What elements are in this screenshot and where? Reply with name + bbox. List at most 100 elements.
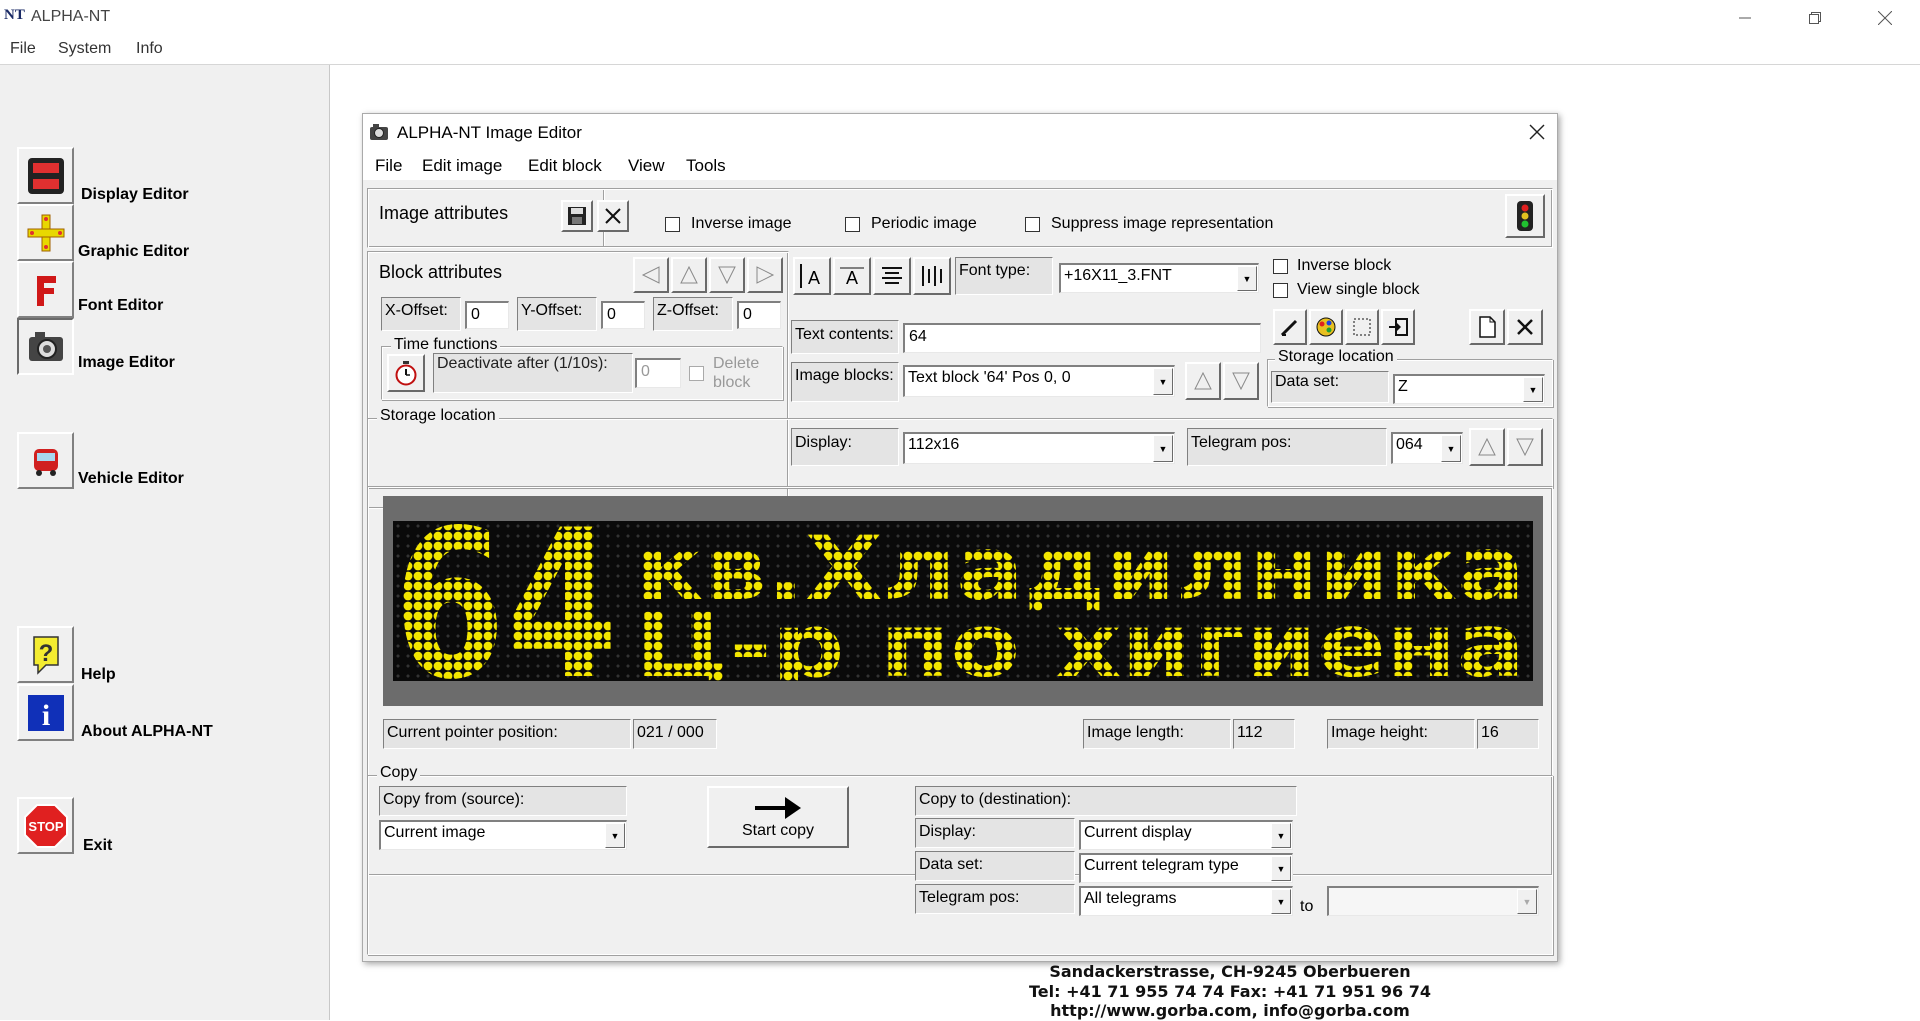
- block-attributes-label: Block attributes: [379, 262, 503, 282]
- to-label: to: [1300, 898, 1314, 915]
- justify-button[interactable]: [873, 257, 911, 295]
- sidebar-item-about[interactable]: About ALPHA-NT: [81, 723, 213, 741]
- chevron-down-icon: ▼: [1271, 823, 1291, 848]
- telegram-up-button[interactable]: [1469, 428, 1505, 466]
- import-icon: [1389, 318, 1408, 336]
- align-left-button[interactable]: A: [793, 257, 831, 295]
- restore-button[interactable]: [1780, 0, 1850, 36]
- traffic-light-button[interactable]: [1505, 194, 1545, 238]
- menu-info[interactable]: Info: [136, 40, 163, 58]
- display-editor-icon: [27, 157, 64, 194]
- close-button[interactable]: [1850, 0, 1920, 36]
- arrow-up-icon: [1478, 437, 1496, 456]
- inverse-block-checkbox[interactable]: [1273, 259, 1288, 274]
- svg-text:A: A: [808, 268, 820, 288]
- discard-image-button[interactable]: [597, 200, 629, 232]
- sidebar-item-font-editor[interactable]: Font Editor: [78, 297, 163, 315]
- vehicle-editor-button[interactable]: [17, 432, 74, 489]
- delete-block-line1: Delete: [713, 355, 760, 372]
- stopwatch-icon: [395, 361, 417, 386]
- x-offset-label: X-Offset:: [381, 297, 461, 331]
- telegram-pos-select[interactable]: 064 ▼: [1391, 432, 1463, 464]
- x-offset-input[interactable]: 0: [465, 301, 509, 329]
- pen-tool-button[interactable]: [1273, 309, 1307, 345]
- editor-menu-tools[interactable]: Tools: [686, 156, 726, 176]
- sidebar-item-exit[interactable]: Exit: [83, 837, 112, 855]
- help-button[interactable]: ?: [17, 626, 74, 683]
- copy-display-select[interactable]: Current display ▼: [1079, 820, 1293, 850]
- block-down-button[interactable]: [1223, 362, 1259, 400]
- text-contents-input[interactable]: 64: [903, 323, 1261, 353]
- deactivate-input[interactable]: 0: [635, 358, 681, 388]
- copy-from-select[interactable]: Current image ▼: [379, 820, 627, 850]
- editor-menu-edit-image[interactable]: Edit image: [422, 156, 502, 176]
- periodic-image-checkbox[interactable]: [845, 217, 860, 232]
- delete-block-button[interactable]: [1507, 309, 1543, 345]
- new-block-button[interactable]: [1469, 309, 1505, 345]
- image-editor-button[interactable]: [17, 318, 74, 375]
- start-copy-label: Start copy: [741, 822, 815, 839]
- telegram-pos-value: 064: [1396, 436, 1423, 453]
- image-height-label: Image height:: [1327, 719, 1475, 749]
- chevron-down-icon: ▼: [1271, 856, 1291, 881]
- block-up-button[interactable]: [1185, 362, 1221, 400]
- align-center-button[interactable]: A: [833, 257, 871, 295]
- sidebar: Display Editor Graphic Editor Font Edito…: [0, 65, 330, 1020]
- about-button[interactable]: i: [17, 684, 74, 741]
- y-offset-input[interactable]: 0: [601, 301, 645, 329]
- copy-telegram-select[interactable]: All telegrams ▼: [1079, 886, 1293, 916]
- suppress-image-checkbox[interactable]: [1025, 217, 1040, 232]
- start-copy-button[interactable]: Start copy: [707, 786, 849, 848]
- telegram-pos-label: Telegram pos:: [1187, 428, 1387, 466]
- color-tool-button[interactable]: [1309, 309, 1343, 345]
- chevron-down-icon: ▼: [1523, 377, 1543, 402]
- telegram-down-button[interactable]: [1507, 428, 1543, 466]
- image-blocks-select[interactable]: Text block '64' Pos 0, 0 ▼: [903, 365, 1175, 397]
- sidebar-item-display-editor[interactable]: Display Editor: [81, 186, 189, 204]
- image-height-value: 16: [1477, 719, 1539, 749]
- copy-to-telegram-select[interactable]: ▼: [1327, 886, 1539, 916]
- minimize-button[interactable]: [1710, 0, 1780, 36]
- editor-close-button[interactable]: [1523, 120, 1551, 144]
- graphic-editor-button[interactable]: [17, 204, 74, 261]
- menu-system[interactable]: System: [58, 40, 111, 58]
- align-center-icon: A: [840, 267, 864, 288]
- move-down-button[interactable]: [709, 257, 745, 293]
- editor-menu-view[interactable]: View: [628, 156, 665, 176]
- display-select[interactable]: 112x16 ▼: [903, 432, 1175, 464]
- editor-menu-edit-block[interactable]: Edit block: [528, 156, 602, 176]
- copy-display-label: Display:: [915, 818, 1075, 848]
- font-editor-button[interactable]: [17, 261, 74, 318]
- font-type-select[interactable]: +16X11_3.FNT ▼: [1059, 263, 1259, 293]
- delete-block-line2: block: [713, 374, 751, 391]
- display-value: 112x16: [908, 436, 960, 453]
- move-right-button[interactable]: [747, 257, 783, 293]
- window-title: ALPHA-NT: [31, 8, 111, 25]
- led-display-frame[interactable]: 64 кв.Хладилника Ц-р по хигиена: [383, 496, 1543, 706]
- columns-button[interactable]: [913, 257, 951, 295]
- sidebar-item-image-editor[interactable]: Image Editor: [78, 354, 175, 372]
- data-set-select[interactable]: Z ▼: [1393, 374, 1545, 404]
- import-tool-button[interactable]: [1381, 309, 1415, 345]
- editor-menu-file[interactable]: File: [375, 156, 402, 176]
- camera-icon: [28, 331, 63, 361]
- sidebar-item-vehicle-editor[interactable]: Vehicle Editor: [78, 470, 184, 488]
- chevron-down-icon: ▼: [1153, 368, 1173, 395]
- timer-button[interactable]: [387, 354, 425, 392]
- inverse-image-checkbox[interactable]: [665, 217, 680, 232]
- sidebar-item-help[interactable]: Help: [81, 666, 116, 684]
- exit-button[interactable]: STOP: [17, 797, 74, 854]
- display-editor-button[interactable]: [17, 147, 74, 204]
- view-single-block-checkbox[interactable]: [1273, 283, 1288, 298]
- delete-block-checkbox[interactable]: [689, 366, 704, 381]
- z-offset-input[interactable]: 0: [737, 301, 781, 329]
- select-tool-button[interactable]: [1345, 309, 1379, 345]
- copy-data-set-select[interactable]: Current telegram type ▼: [1079, 853, 1293, 883]
- sidebar-item-graphic-editor[interactable]: Graphic Editor: [78, 243, 189, 261]
- menu-file[interactable]: File: [10, 40, 36, 58]
- move-up-button[interactable]: [671, 257, 707, 293]
- move-left-button[interactable]: [633, 257, 669, 293]
- palette-icon: [1316, 317, 1336, 337]
- save-image-button[interactable]: [561, 200, 593, 232]
- pointer-position-label: Current pointer position:: [383, 719, 631, 749]
